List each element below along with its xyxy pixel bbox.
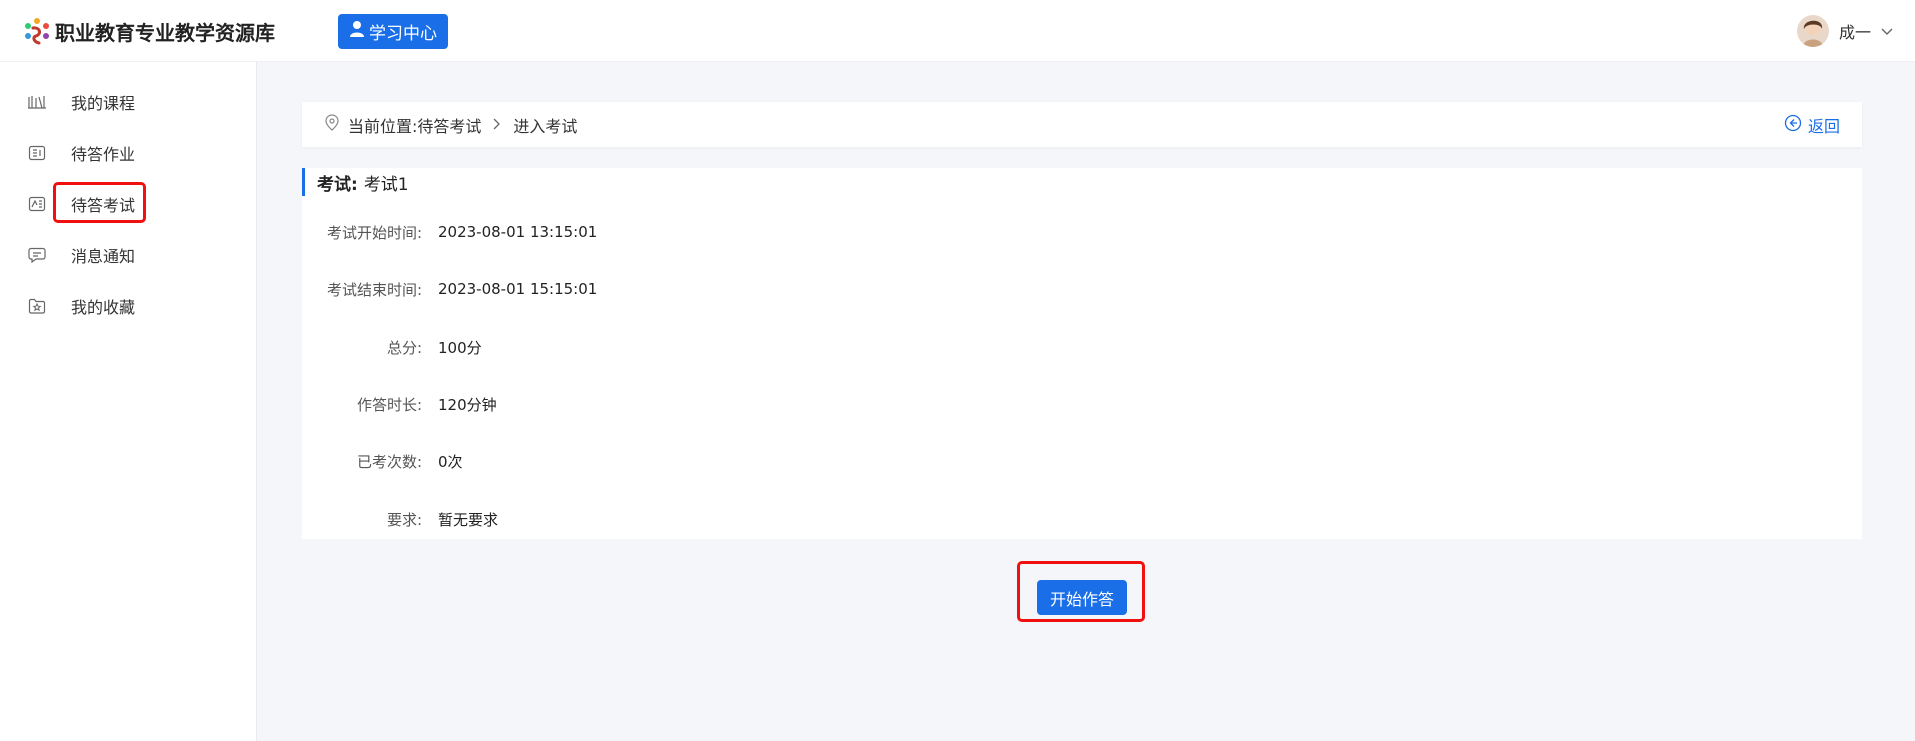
site-logo[interactable]: 职业教育专业教学资源库 xyxy=(22,14,275,48)
back-arrow-icon xyxy=(1784,114,1802,136)
colorful-flower-logo-icon xyxy=(22,16,52,46)
sidebar-item-messages[interactable]: 消息通知 xyxy=(27,235,227,275)
exam-title-label: 考试: xyxy=(317,174,358,195)
field-key: 考试结束时间: xyxy=(326,280,422,299)
exam-title-value: 考试1 xyxy=(363,174,409,195)
breadcrumb-parent[interactable]: 待答考试 xyxy=(417,117,481,136)
back-label: 返回 xyxy=(1807,116,1840,136)
breadcrumb: 当前位置:待答考试 进入考试 返回 xyxy=(302,102,1862,147)
field-value: 0次 xyxy=(438,452,463,471)
field-value: 2023-08-01 13:15:01 xyxy=(438,223,598,241)
site-title: 职业教育专业教学资源库 xyxy=(55,20,275,45)
sidebar-item-pending-homework[interactable]: 待答作业 xyxy=(27,133,227,173)
highlight-box-sidebar xyxy=(53,182,146,223)
location-pin-icon xyxy=(324,113,340,136)
exam-field-start-time: 考试开始时间: 2023-08-01 13:15:01 xyxy=(302,219,597,245)
field-key: 考试开始时间: xyxy=(326,223,422,242)
user-name: 成一 xyxy=(1838,23,1871,42)
student-icon xyxy=(349,20,365,43)
learning-center-button[interactable]: 学习中心 xyxy=(338,14,448,49)
chevron-down-icon[interactable] xyxy=(1881,22,1893,40)
exam-field-total-score: 总分: 100分 xyxy=(302,334,482,360)
books-icon xyxy=(27,92,47,112)
exam-detail-card: 考试: 考试1 考试开始时间: 2023-08-01 13:15:01 考试结束… xyxy=(302,168,1862,539)
sidebar-item-favorites[interactable]: 我的收藏 xyxy=(27,286,227,326)
sidebar-item-my-courses[interactable]: 我的课程 xyxy=(27,82,227,122)
field-key: 要求: xyxy=(386,510,422,529)
sidebar-item-label: 我的收藏 xyxy=(71,298,136,317)
exam-field-duration: 作答时长: 120分钟 xyxy=(302,391,497,417)
favorite-icon xyxy=(27,296,47,316)
user-menu[interactable]: 成一 xyxy=(1796,14,1893,48)
field-value: 2023-08-01 15:15:01 xyxy=(438,280,598,298)
sidebar: 我的课程 待答作业 待答考试 消息通知 我的收藏 xyxy=(0,62,257,741)
sidebar-item-label: 我的课程 xyxy=(71,94,136,113)
exam-field-attempts: 已考次数: 0次 xyxy=(302,448,463,474)
breadcrumb-prefix: 当前位置: xyxy=(348,116,418,136)
breadcrumb-current: 进入考试 xyxy=(513,116,578,136)
field-value: 暂无要求 xyxy=(438,510,499,529)
avatar xyxy=(1796,15,1829,47)
field-key: 总分: xyxy=(386,338,422,357)
field-key: 已考次数: xyxy=(356,452,422,471)
exam-title: 考试: 考试1 xyxy=(302,168,409,196)
exam-icon xyxy=(27,194,47,214)
field-key: 作答时长: xyxy=(356,395,422,414)
exam-field-requirements: 要求: 暂无要求 xyxy=(302,506,498,532)
sidebar-item-label: 消息通知 xyxy=(71,247,136,266)
chevron-right-icon xyxy=(493,115,501,134)
message-icon xyxy=(27,245,47,265)
field-value: 120分钟 xyxy=(438,395,497,414)
sidebar-item-label: 待答作业 xyxy=(71,145,136,164)
exam-field-end-time: 考试结束时间: 2023-08-01 15:15:01 xyxy=(302,276,597,302)
start-answering-button[interactable]: 开始作答 xyxy=(1037,580,1127,615)
top-bar: 职业教育专业教学资源库 学习中心 成一 xyxy=(0,0,1915,62)
field-value: 100分 xyxy=(438,338,482,357)
learning-center-label: 学习中心 xyxy=(369,24,437,44)
homework-icon xyxy=(27,143,47,163)
back-button[interactable]: 返回 xyxy=(1784,102,1840,147)
